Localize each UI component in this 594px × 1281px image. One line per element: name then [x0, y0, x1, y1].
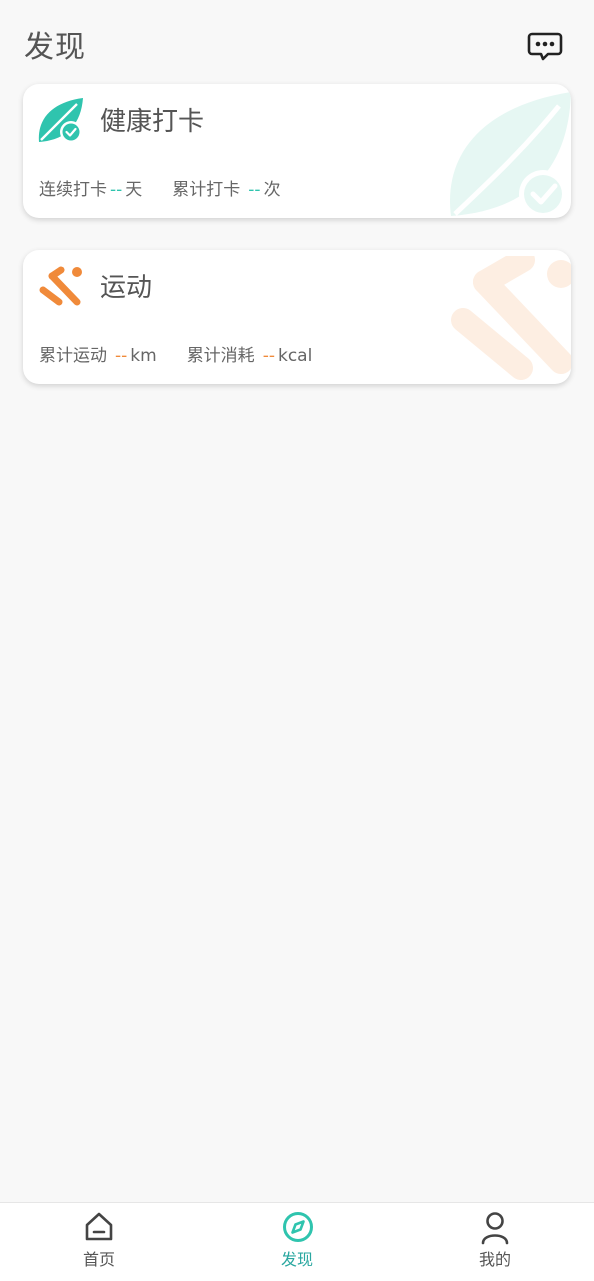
stat-unit: 天 — [125, 180, 143, 200]
total-checkin-stat: 累计打卡 -- 次 — [172, 178, 280, 202]
header: 发现 — [0, 0, 594, 80]
tab-label: 我的 — [478, 1250, 511, 1269]
running-icon — [39, 266, 82, 306]
stat-unit: km — [130, 346, 157, 366]
stat-unit: 次 — [263, 180, 281, 200]
stat-value: -- — [262, 346, 275, 366]
stat-value: -- — [110, 180, 123, 200]
running-watermark-icon — [451, 256, 571, 380]
sport-card[interactable]: 运动 累计运动 -- km 累计消耗 -- kcal — [23, 250, 571, 384]
health-card-stats: 连续打卡 -- 天累计打卡 -- 次 — [39, 178, 311, 202]
sport-card-title: 运动 — [100, 273, 153, 303]
health-checkin-card[interactable]: 健康打卡 连续打卡 -- 天累计打卡 -- 次 — [23, 84, 571, 218]
total-calories-stat: 累计消耗 -- kcal — [187, 344, 313, 368]
home-icon — [85, 1212, 113, 1241]
stat-label: 连续打卡 — [39, 180, 107, 200]
health-card-title: 健康打卡 — [100, 107, 205, 137]
leaf-watermark-icon — [450, 92, 571, 218]
stat-value: -- — [248, 180, 261, 200]
tab-home[interactable]: 首页 — [0, 1203, 198, 1281]
tab-label: 首页 — [82, 1250, 115, 1269]
tab-mine[interactable]: 我的 — [396, 1203, 594, 1281]
chat-bubble-icon — [527, 32, 563, 61]
page-title: 发现 — [24, 30, 86, 65]
leaf-check-icon — [38, 98, 83, 143]
total-distance-stat: 累计运动 -- km — [39, 344, 157, 368]
user-icon — [481, 1212, 509, 1245]
stat-value: -- — [115, 346, 128, 366]
bottom-tab-bar: 首页 发现 我的 — [0, 1202, 594, 1281]
consecutive-checkin-stat: 连续打卡 -- 天 — [39, 178, 142, 202]
sport-card-stats: 累计运动 -- km 累计消耗 -- kcal — [39, 344, 342, 368]
stat-label: 累计打卡 — [172, 180, 241, 200]
stat-label: 累计消耗 — [186, 346, 255, 366]
stat-label: 累计运动 — [39, 346, 107, 366]
tab-discover[interactable]: 发现 — [198, 1203, 396, 1281]
message-button[interactable] — [526, 30, 564, 64]
stat-unit: kcal — [277, 346, 313, 366]
compass-icon — [283, 1212, 313, 1242]
tab-label: 发现 — [280, 1250, 313, 1269]
